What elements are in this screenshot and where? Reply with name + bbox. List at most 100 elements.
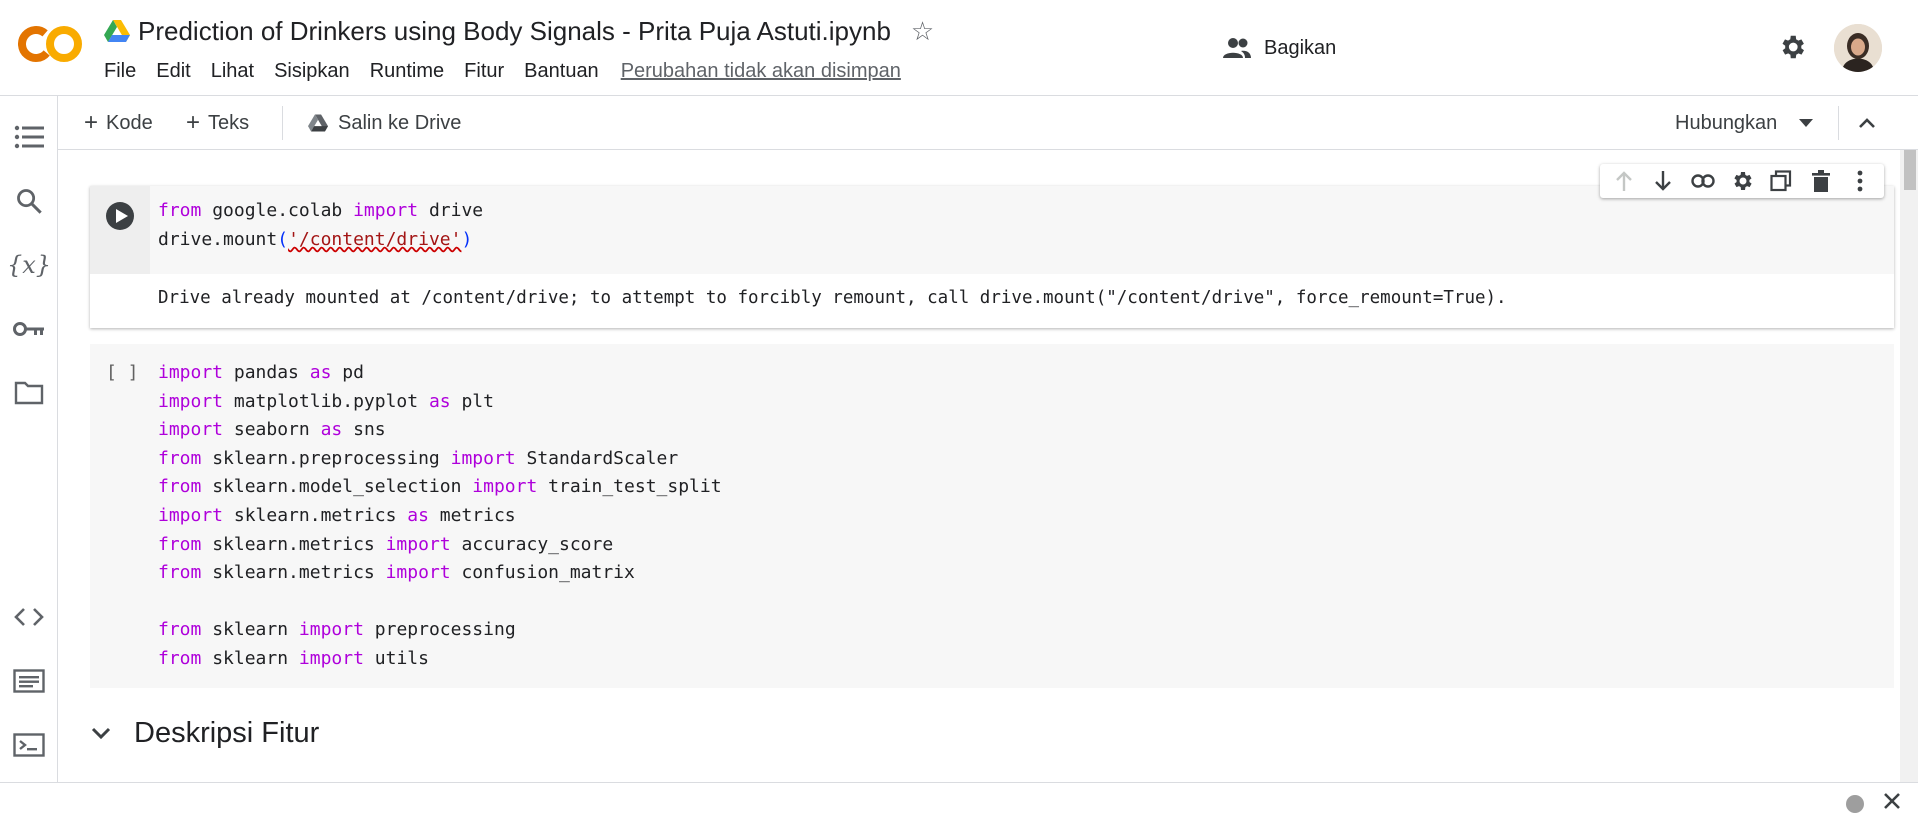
keyword-token: import xyxy=(385,562,451,584)
keyword-token: from xyxy=(158,447,202,469)
move-cell-down-icon[interactable] xyxy=(1648,166,1678,196)
code-token: google.colab xyxy=(201,200,354,221)
code-token: sklearn xyxy=(201,619,299,641)
delete-trash-icon[interactable] xyxy=(1806,166,1836,196)
code-token: pd xyxy=(331,362,364,383)
code-token: sns xyxy=(342,419,386,441)
output-text: Drive already mounted at /content/drive;… xyxy=(158,288,1507,308)
connect-runtime-button[interactable]: Hubungkan xyxy=(1675,96,1814,150)
code-token: seaborn xyxy=(223,419,321,441)
notebook-title[interactable]: Prediction of Drinkers using Body Signal… xyxy=(138,16,891,47)
add-text-cell-button[interactable]: + Teks xyxy=(186,96,249,150)
keyword-token: import xyxy=(353,200,419,221)
add-code-cell-button[interactable]: + Kode xyxy=(84,96,153,150)
keyword-token: import xyxy=(158,390,224,412)
menu-bar: File Edit Lihat Sisipkan Runtime Fitur B… xyxy=(104,60,921,83)
mirror-cell-icon[interactable] xyxy=(1766,166,1796,196)
menu-view[interactable]: Lihat xyxy=(211,60,254,83)
keyword-token: from xyxy=(158,619,202,641)
code-line: from sklearn.model_selection import trai… xyxy=(158,476,722,497)
share-button[interactable]: Bagikan xyxy=(1222,0,1336,96)
code-line: from sklearn import utils xyxy=(158,648,429,669)
string-token: '/content/drive' xyxy=(288,229,462,250)
colab-logo[interactable] xyxy=(18,24,84,64)
link-icon[interactable] xyxy=(1688,166,1718,196)
code-line: import seaborn as sns xyxy=(158,419,386,440)
keyword-token: import xyxy=(298,648,364,669)
run-cell-icon[interactable] xyxy=(105,201,135,231)
close-icon[interactable] xyxy=(1882,791,1902,816)
google-drive-icon xyxy=(104,20,130,42)
cell-settings-gear-icon[interactable] xyxy=(1727,166,1757,196)
code-editor[interactable]: from google.colab import drive drive.moun… xyxy=(150,186,1894,274)
unsaved-changes-link[interactable]: Perubahan tidak akan disimpan xyxy=(621,60,901,83)
dropdown-arrow-icon[interactable] xyxy=(1799,119,1814,127)
code-token: sklearn.metrics xyxy=(223,505,408,526)
user-avatar[interactable] xyxy=(1834,24,1882,72)
move-cell-up-icon[interactable] xyxy=(1609,166,1639,196)
files-folder-icon[interactable] xyxy=(12,376,46,410)
chevron-up-icon xyxy=(1859,118,1875,128)
code-line: from sklearn import preprocessing xyxy=(158,619,516,640)
keyword-token: import xyxy=(385,533,451,555)
more-options-icon[interactable] xyxy=(1845,166,1875,196)
vertical-scrollbar[interactable] xyxy=(1900,150,1918,782)
code-token: pandas xyxy=(223,362,310,383)
keyword-token: import xyxy=(158,419,224,441)
search-icon[interactable] xyxy=(12,184,46,218)
left-sidebar: {x} xyxy=(0,96,58,782)
code-line: drive.mount('/content/drive') xyxy=(158,229,472,250)
keyword-token: from xyxy=(158,562,202,584)
chevron-down-icon[interactable] xyxy=(90,726,112,740)
keyword-token: import xyxy=(450,447,516,469)
code-line: from sklearn.metrics import accuracy_sco… xyxy=(158,534,613,555)
star-icon[interactable]: ☆ xyxy=(911,18,934,44)
settings-gear-icon[interactable] xyxy=(1777,32,1807,67)
plus-icon: + xyxy=(84,109,99,136)
variables-icon[interactable]: {x} xyxy=(7,248,51,282)
toolbar-divider xyxy=(282,106,283,140)
code-token: StandardScaler xyxy=(515,447,679,469)
keyword-token: from xyxy=(158,648,202,669)
code-token: sklearn.metrics xyxy=(201,533,386,555)
keyword-token: as xyxy=(320,419,343,441)
menu-runtime[interactable]: Runtime xyxy=(370,60,444,83)
command-palette-icon[interactable] xyxy=(12,664,46,698)
cell-output: Drive already mounted at /content/drive;… xyxy=(90,274,1894,328)
table-of-contents-icon[interactable] xyxy=(12,120,46,154)
collapse-header-button[interactable] xyxy=(1858,96,1876,150)
people-icon xyxy=(1223,38,1251,58)
code-token: confusion_matrix xyxy=(450,562,635,584)
keyword-token: as xyxy=(428,390,451,412)
keyword-token: import xyxy=(298,619,364,641)
menu-insert[interactable]: Sisipkan xyxy=(274,60,350,83)
code-token: matplotlib.pyplot xyxy=(223,390,429,412)
code-token: accuracy_score xyxy=(450,533,614,555)
code-token: sklearn xyxy=(201,648,299,669)
code-line: import pandas as pd xyxy=(158,362,364,383)
terminal-icon[interactable] xyxy=(12,728,46,762)
code-cell-1[interactable]: from google.colab import drive drive.moun… xyxy=(90,186,1894,328)
code-token: metrics xyxy=(428,505,516,526)
keyword-token: from xyxy=(158,476,202,498)
secrets-key-icon[interactable] xyxy=(12,312,46,346)
code-snippets-icon[interactable] xyxy=(12,600,46,634)
section-heading[interactable]: Deskripsi Fitur xyxy=(90,710,319,756)
code-cell-2[interactable]: [ ] import pandas as pd import matplotlib… xyxy=(90,344,1894,688)
code-token: preprocessing xyxy=(363,619,516,641)
keyword-token: from xyxy=(158,533,202,555)
keyword-token: as xyxy=(407,505,429,526)
copy-to-drive-button[interactable]: Salin ke Drive xyxy=(308,96,461,150)
scrollbar-thumb[interactable] xyxy=(1904,150,1916,190)
runtime-status-indicator[interactable] xyxy=(1846,795,1864,813)
code-token: plt xyxy=(450,390,494,412)
code-token: ) xyxy=(461,229,473,250)
code-token: drive xyxy=(418,200,484,221)
menu-edit[interactable]: Edit xyxy=(156,60,190,83)
code-token: ( xyxy=(277,229,289,250)
menu-help[interactable]: Bantuan xyxy=(524,60,599,83)
execution-count[interactable]: [ ] xyxy=(106,362,139,383)
menu-tools[interactable]: Fitur xyxy=(464,60,504,83)
code-line: from google.colab import drive xyxy=(158,200,483,221)
menu-file[interactable]: File xyxy=(104,60,136,83)
